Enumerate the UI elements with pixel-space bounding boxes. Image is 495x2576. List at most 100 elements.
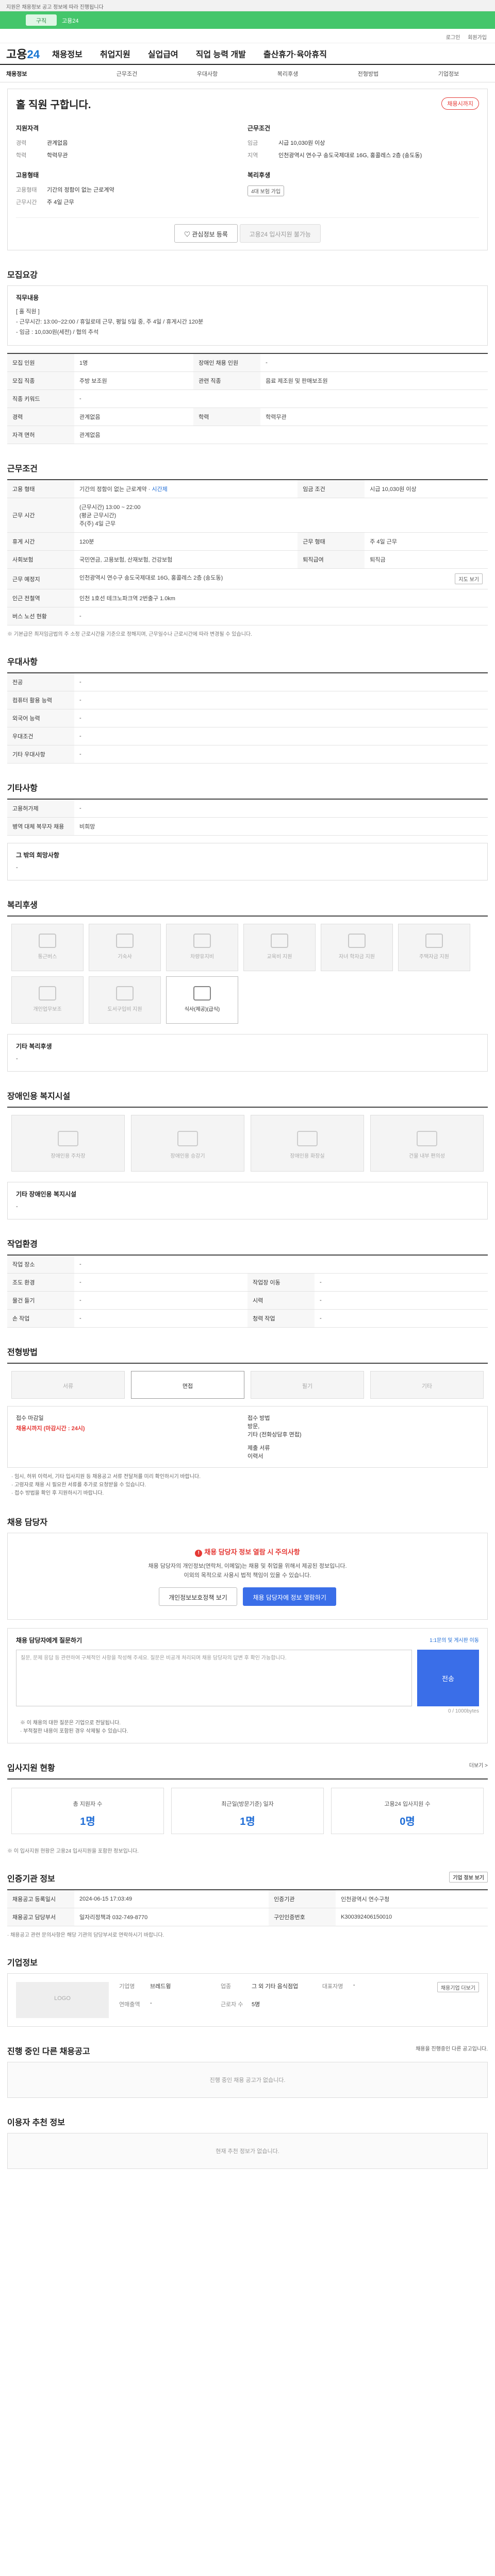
welfare-item: 자녀 학자금 지원: [321, 924, 393, 971]
etc-table: 고용허가제 - 병역 대체 복무자 채용 비희망: [7, 799, 488, 836]
screening-methods: 서류 면접 필기 기타: [7, 1363, 488, 1406]
job-description: 직무내용 [ 홀 직원 ] - 근무시간: 13:00~22:00 / 휴일로테…: [7, 285, 488, 346]
screening-notes: · 임시, 허위 이력서, 기타 입사지원 등 채용공고 서류 전달처를 미리 …: [11, 1474, 201, 1496]
disability-heading: 장애인용 복지시설: [7, 1092, 71, 1101]
send-button[interactable]: 전송: [417, 1650, 479, 1707]
table-row: 인근 전철역 인천 1호선 테크노파크역 2번출구 1.0km: [7, 589, 488, 607]
privacy-policy-button[interactable]: 개인정보보호정책 보기: [159, 1587, 237, 1606]
pay-value: 시급 10,030원 이상: [278, 140, 325, 146]
gnb-menu-training[interactable]: 직업 능력 개발: [196, 47, 246, 60]
employment-type-label: 고용형태: [16, 172, 39, 179]
gnb-menu-leave[interactable]: 출산휴가·육아휴직: [263, 47, 327, 60]
company-card: LOGO 기업명 브레드윙 업종 그 외 기타 음식점업 대표자명 - 연매출액 - 근…: [7, 1973, 488, 2027]
contact-box: ! 채용 담당자 정보 열람 시 주의사항 채용 담당자의 개인정보(연락처, 이…: [7, 1533, 488, 1620]
company-info-button[interactable]: 기업 정보 보기: [449, 1872, 488, 1883]
tab-conditions[interactable]: 근무조건: [87, 70, 167, 78]
welfare-label: 복리후생: [248, 172, 271, 179]
question-textarea[interactable]: 질문, 문제 응답 등 관련하여 구체적인 사항을 작성해 주세요. 질문은 비…: [16, 1650, 412, 1707]
gnb-menu-benefit[interactable]: 실업급여: [148, 47, 178, 60]
table-row: 조도 환경 - 작업장 이동 -: [7, 1273, 488, 1292]
table-row: 손 작업 - 청력 작업 -: [7, 1309, 488, 1328]
table-row: 사회보험 국민연금, 고용보험, 산재보험, 건강보험 퇴직급여 퇴직금: [7, 550, 488, 569]
qualification-label: 지원자격: [16, 125, 39, 132]
tab-screening[interactable]: 전형방법: [328, 70, 408, 78]
tab-preference[interactable]: 우대사항: [167, 70, 248, 78]
assist-icon: [39, 986, 56, 1001]
recruit-heading: 모집요강: [7, 271, 38, 280]
alert-icon: !: [195, 1550, 203, 1557]
elevator-icon: [177, 1131, 198, 1146]
service-tab[interactable]: 구직: [26, 14, 57, 26]
environment-table: 작업 장소 - 조도 환경 - 작업장 이동 - 물건 들기 - 시력 - 손 작업 - 청력 작…: [7, 1255, 488, 1328]
welfare-item: 개인업무보조: [11, 976, 84, 1024]
service-bar: 구직 고용24: [0, 11, 495, 29]
recommend-empty: 현재 추천 정보가 없습니다.: [7, 2133, 488, 2170]
stat-card: 총 지원자 수 1명: [11, 1788, 164, 1835]
table-row: 근무 시간 (근무시간) 13:00 ~ 22:00 (평균 근무시간) 주(주)…: [7, 498, 488, 533]
method-written: 필기: [251, 1371, 364, 1399]
table-row: 작업 장소 -: [7, 1255, 488, 1274]
restroom-icon: [297, 1131, 318, 1146]
heart-icon: ♡: [184, 231, 192, 238]
utility-row: 로그인 회원가입: [0, 29, 495, 43]
scholarship-icon: [348, 934, 366, 948]
question-box: 채용 담당자에게 질문하기 1:1문의 및 게시판 이동 질문, 문제 응답 등…: [7, 1628, 488, 1744]
stat-card: 고용24 입사지원 수 0명: [331, 1788, 484, 1835]
welfare-heading: 복리후생: [7, 901, 38, 910]
company-more-button[interactable]: 채용기업 더보기: [437, 1982, 479, 1993]
tab-recruit[interactable]: 채용정보: [6, 70, 87, 78]
welfare-etc: 기타 복리후생 -: [7, 1034, 488, 1072]
career-value: 관계없음: [47, 140, 68, 146]
tab-welfare[interactable]: 복리후생: [248, 70, 328, 78]
table-row: 외국어 능력 -: [7, 709, 488, 727]
service-label: 고용24: [62, 18, 79, 24]
gnb-menu-support[interactable]: 취업지원: [100, 47, 130, 60]
job-title: 홀 직원 구합니다.: [16, 99, 91, 111]
table-row: 버스 노선 현황 -: [7, 607, 488, 625]
more-link[interactable]: 더보기 >: [469, 1761, 488, 1769]
apply-button[interactable]: 고용24 입사지원 불가능: [239, 224, 321, 243]
login-link[interactable]: 로그인: [446, 35, 460, 41]
map-button[interactable]: 지도 보기: [455, 573, 483, 584]
table-row: 모집 직종 주방 보조원 관련 직종 음료 제조원 및 판매보조원: [7, 371, 488, 390]
etc-heading: 기타사항: [7, 784, 38, 793]
table-row: 병역 대체 복무자 채용 비희망: [7, 817, 488, 836]
table-row: 채용공고 담당부서 일자리정책과 032-749-8770 구인인증번호 K30039…: [7, 1908, 488, 1927]
company-logo: LOGO: [16, 1982, 109, 2019]
environment-heading: 작업환경: [7, 1240, 38, 1249]
table-row: 우대조건 -: [7, 727, 488, 745]
signup-link[interactable]: 회원가입: [468, 35, 487, 41]
qa-board-link[interactable]: 1:1문의 및 게시판 이동: [430, 1636, 479, 1643]
table-row: 컴퓨터 활용 능력 -: [7, 691, 488, 709]
work-note: ※ 기본급은 최저임금법의 주 소정 근로시간을 기준으로 정해지며, 근무일수…: [7, 632, 252, 637]
welfare-item: 도서구입비 지원: [89, 976, 161, 1024]
save-interest-button[interactable]: ♡ 관심정보 등록: [174, 224, 238, 243]
work-table: 고용 형태 기간의 정함이 없는 근로계약 · 시간제 임금 조건 시급 10,030…: [7, 479, 488, 625]
hours-value: 주 4일 근무: [47, 199, 74, 206]
deadline-badge: 채용시까지: [441, 97, 479, 110]
tab-company[interactable]: 기업정보: [408, 70, 489, 78]
byte-counter: 0 / 1000bytes: [448, 1708, 479, 1715]
other-jobs-empty: 진행 중인 채용 공고가 없습니다.: [7, 2062, 488, 2098]
building-icon: [417, 1131, 437, 1146]
table-row: 자격 면허 관계없음: [7, 426, 488, 444]
disability-etc: 기타 장애인용 복지시설 -: [7, 1182, 488, 1219]
section-tabs: 채용정보 근무조건 우대사항 복리후생 전형방법 기업정보: [0, 65, 495, 82]
parking-icon: [58, 1131, 78, 1146]
screening-heading: 전형방법: [7, 1348, 38, 1357]
deadline-value: 채용시까지 (마감시간 : 24시): [16, 1426, 85, 1432]
disability-item: 장애인용 화장실: [251, 1115, 364, 1172]
table-row: 물건 들기 - 시력 -: [7, 1291, 488, 1310]
company-heading: 기업정보: [7, 1959, 38, 1968]
dormitory-icon: [116, 934, 134, 948]
method-interview: 면접: [131, 1371, 244, 1399]
gnb-menu-jobs[interactable]: 채용정보: [52, 47, 82, 60]
disability-item: 건물 내부 편의성: [370, 1115, 484, 1172]
welfare-grid: 통근버스 기숙사 차량유지비 교육비 지원 자녀 학자금 지원 주택자금 지원 …: [7, 916, 488, 1031]
global-nav: 고용24 채용정보 취업지원 실업급여 직업 능력 개발 출산휴가·육아휴직: [0, 43, 495, 65]
site-logo[interactable]: 고용24: [6, 45, 40, 62]
disability-grid: 장애인용 주차장 장애인용 승강기 장애인용 화장실 건물 내부 편의성: [7, 1107, 488, 1179]
method-other: 기타: [370, 1371, 484, 1399]
view-contact-button[interactable]: 채용 담당자에 정보 열람하기: [243, 1587, 336, 1606]
education-value: 학력무관: [47, 152, 68, 159]
